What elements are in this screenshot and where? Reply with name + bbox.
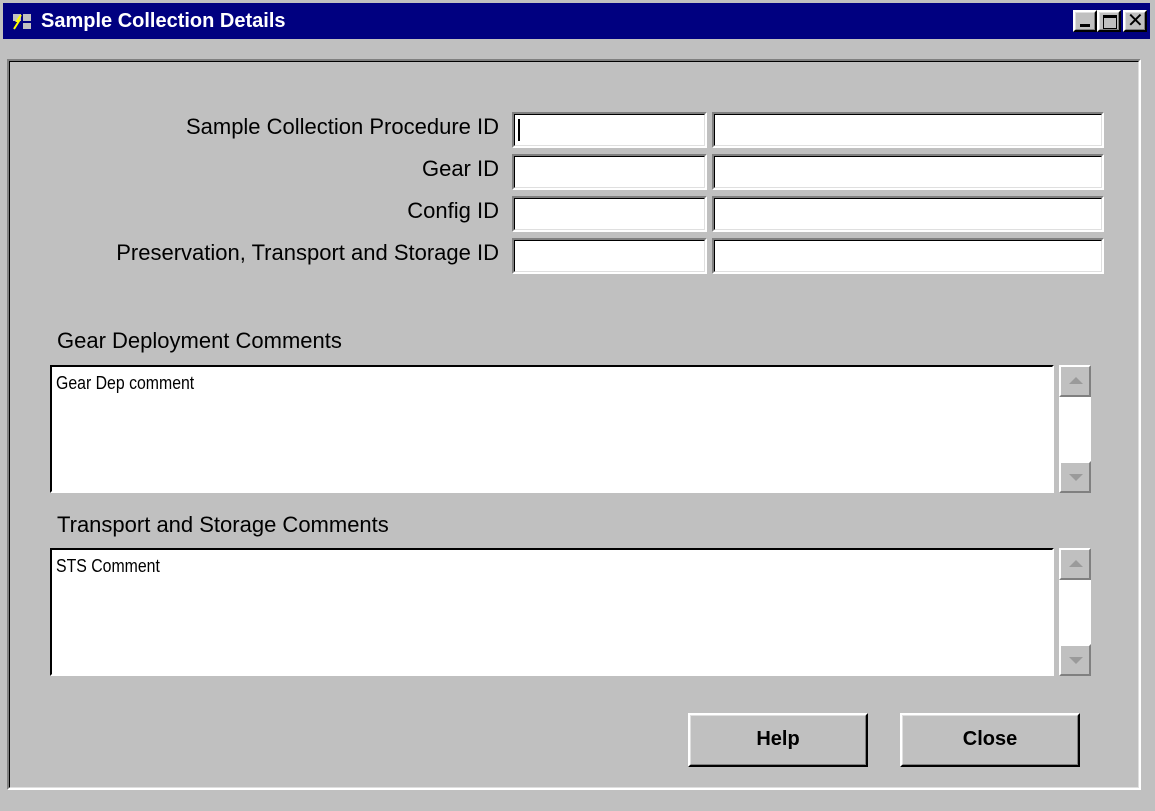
field-label-pts-id: Preservation, Transport and Storage ID: [116, 240, 499, 265]
scroll-track[interactable]: [1059, 580, 1091, 644]
gear-id-description-field[interactable]: [712, 154, 1104, 190]
transport-storage-comments-textarea[interactable]: STS Comment: [50, 548, 1054, 676]
arrow-down-icon: [1069, 657, 1083, 664]
config-id-description-field[interactable]: [712, 196, 1104, 232]
transport-storage-comments-label: Transport and Storage Comments: [57, 512, 389, 537]
field-label-procedure-id: Sample Collection Procedure ID: [185, 114, 499, 139]
gear-deployment-comments-textarea[interactable]: Gear Dep comment: [50, 365, 1054, 493]
gear-deployment-comments-label: Gear Deployment Comments: [57, 328, 342, 353]
field-label-gear-id: Gear ID: [421, 156, 499, 181]
pts-id-description-field[interactable]: [712, 238, 1104, 274]
scroll-up-button[interactable]: [1059, 548, 1091, 580]
scroll-up-button[interactable]: [1059, 365, 1091, 397]
help-button-label: Help: [756, 728, 800, 750]
close-window-button[interactable]: ✕: [1123, 8, 1147, 32]
transport-storage-comments-text: STS Comment: [56, 556, 160, 576]
close-icon: ✕: [1127, 8, 1144, 32]
arrow-up-icon: [1069, 560, 1083, 567]
gear-deployment-scrollbar[interactable]: [1059, 365, 1091, 493]
close-button[interactable]: Close: [900, 713, 1080, 767]
transport-storage-scrollbar[interactable]: [1059, 548, 1091, 676]
sample-collection-window: Sample Collection Details ✕ Sample Colle…: [0, 0, 1155, 811]
minimize-icon: [1080, 24, 1090, 27]
gear-id-code-field[interactable]: [512, 154, 707, 190]
scroll-down-button[interactable]: [1059, 461, 1091, 493]
field-label-config-id: Config ID: [407, 198, 499, 223]
minimize-button[interactable]: [1073, 10, 1097, 32]
scroll-down-button[interactable]: [1059, 644, 1091, 676]
help-button[interactable]: Help: [688, 713, 868, 767]
pts-id-code-field[interactable]: [512, 238, 707, 274]
config-id-code-field[interactable]: [512, 196, 707, 232]
scroll-track[interactable]: [1059, 397, 1091, 461]
procedure-id-description-field[interactable]: [712, 112, 1104, 148]
gear-deployment-comments-text: Gear Dep comment: [56, 373, 195, 393]
window-title: Sample Collection Details: [41, 10, 286, 32]
close-button-label: Close: [962, 728, 1018, 750]
text-caret: [518, 119, 520, 141]
arrow-down-icon: [1069, 474, 1083, 481]
procedure-id-code-field[interactable]: [512, 112, 707, 148]
arrow-up-icon: [1069, 377, 1083, 384]
title-bar[interactable]: Sample Collection Details ✕: [3, 3, 1150, 39]
maximize-button[interactable]: [1097, 10, 1121, 32]
maximize-icon: [1103, 15, 1117, 29]
app-icon: [11, 11, 33, 31]
